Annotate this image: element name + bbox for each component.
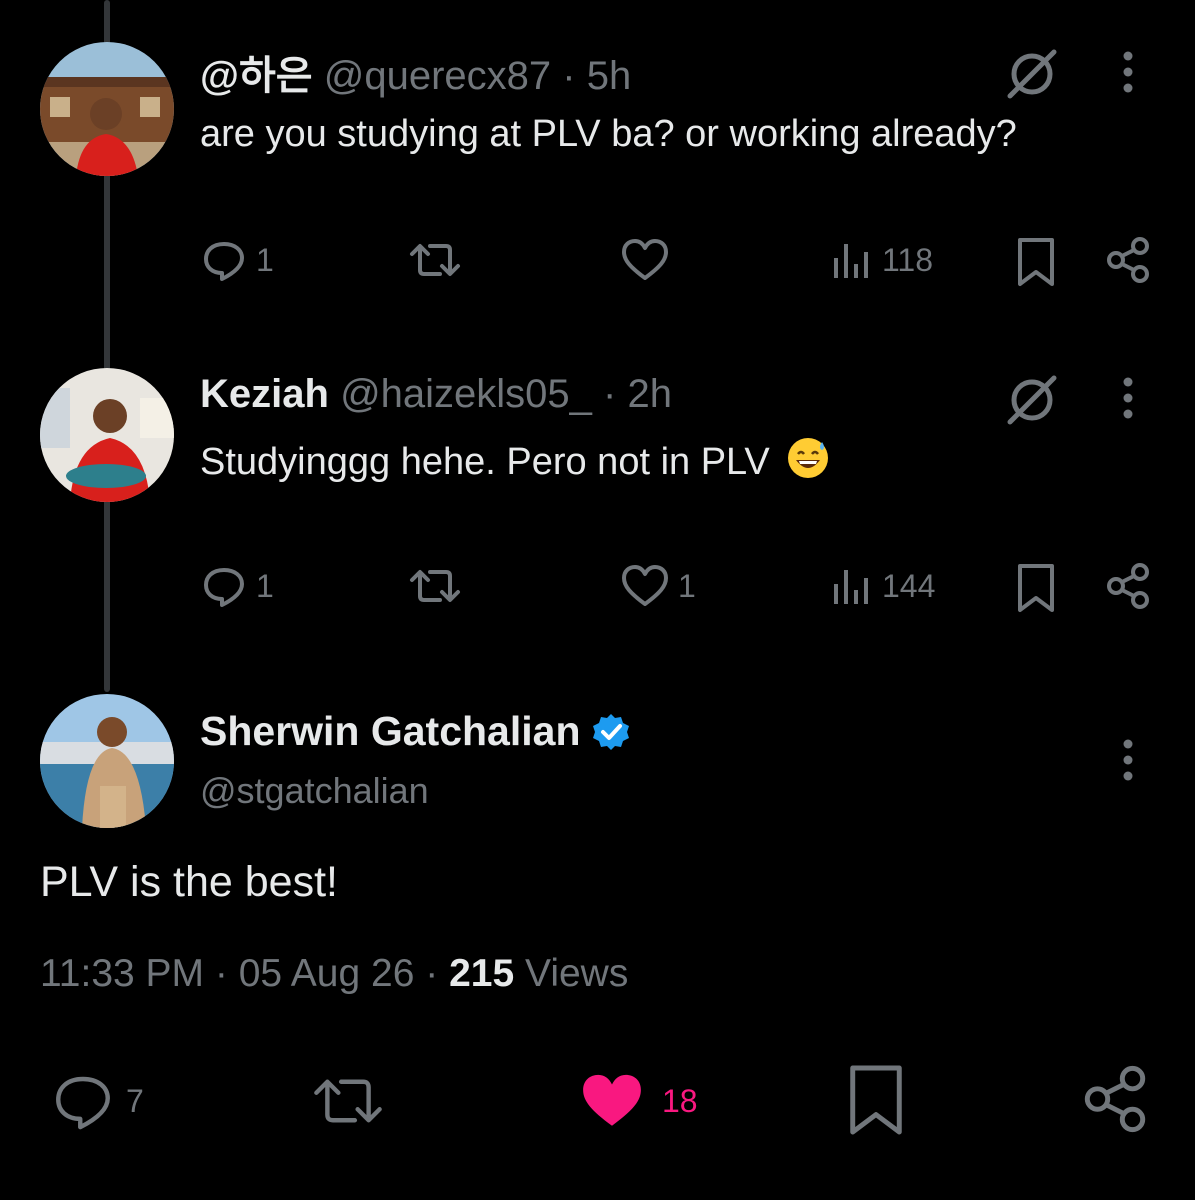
retweet-icon (314, 1079, 382, 1123)
retweet-button[interactable] (408, 562, 462, 610)
like-count: 1 (678, 567, 696, 604)
separator-dot: · (603, 372, 617, 416)
retweet-button[interactable] (408, 236, 462, 284)
post-time[interactable]: 11:33 PM (40, 952, 204, 995)
views-button[interactable]: 118 (830, 236, 933, 284)
more-icon[interactable] (1118, 738, 1138, 787)
tweet-text: Studyinggg hehe. Pero not in PLV (200, 436, 830, 486)
bookmark-icon (1018, 238, 1054, 286)
like-button[interactable] (620, 236, 678, 284)
post-date[interactable]: 05 Aug 26 (239, 952, 415, 995)
retweet-icon (410, 570, 460, 602)
reply-count: 7 (126, 1082, 144, 1119)
sweat-smile-emoji (788, 438, 829, 478)
like-button[interactable]: 18 (576, 1068, 698, 1134)
retweet-icon (410, 244, 460, 276)
tweet-text: are you studying at PLV ba? or working a… (200, 113, 1017, 155)
tweet-actions: 1 118 (200, 236, 1160, 296)
author-handle[interactable]: @haizekls05_ (340, 372, 592, 416)
bookmark-icon (850, 1065, 902, 1135)
tweet-text-content: Studyinggg hehe. Pero not in PLV (200, 441, 770, 483)
views-icon (834, 244, 868, 278)
avatar-image (40, 368, 174, 502)
reply-count: 1 (256, 241, 274, 278)
share-icon (1107, 563, 1149, 609)
more-icon[interactable] (1118, 376, 1138, 425)
views-button[interactable]: 144 (830, 562, 935, 610)
bookmark-button[interactable] (844, 1062, 908, 1138)
avatar-image (40, 42, 174, 176)
reply-button[interactable]: 1 (200, 562, 274, 610)
tweet-header: @하은 @querecx87 · 5h (200, 52, 631, 100)
reply-icon (204, 242, 244, 281)
author-name[interactable]: Sherwin Gatchalian (200, 708, 581, 755)
separator-dot: · (562, 54, 576, 98)
reply-count: 1 (256, 567, 274, 604)
reply-icon (56, 1076, 110, 1130)
avatar[interactable] (40, 694, 174, 828)
share-button[interactable] (1080, 1064, 1150, 1134)
like-count: 18 (662, 1082, 698, 1119)
main-tweet-actions: 7 18 (40, 1062, 1160, 1142)
views-count: 118 (882, 241, 934, 278)
verified-badge-icon[interactable] (591, 712, 631, 752)
share-button[interactable] (1104, 562, 1152, 610)
tweet-actions: 1 1 144 (200, 562, 1160, 622)
timestamp[interactable]: 2h (628, 372, 673, 416)
views-icon (834, 570, 868, 604)
heart-icon (622, 565, 668, 606)
reply-button[interactable]: 7 (48, 1068, 144, 1134)
author-handle[interactable]: @querecx87 (324, 54, 551, 98)
tweet-text: PLV is the best! (40, 858, 338, 906)
author-name[interactable]: Keziah (200, 372, 329, 416)
reply-button[interactable]: 1 (200, 236, 274, 284)
like-button[interactable]: 1 (620, 562, 696, 610)
grok-icon[interactable] (1004, 46, 1060, 107)
tweet-header: Keziah @haizekls05_ · 2h (200, 370, 672, 418)
views-count: 215 (449, 952, 515, 995)
views-count: 144 (882, 567, 936, 604)
bookmark-button[interactable] (1014, 562, 1058, 614)
views-label: Views (525, 952, 629, 995)
bookmark-icon (1018, 564, 1054, 612)
heart-icon (583, 1074, 641, 1126)
avatar-image (40, 694, 174, 828)
reply-icon (204, 568, 244, 607)
grok-icon[interactable] (1004, 372, 1060, 433)
tweet-meta: 11:33 PM · 05 Aug 26 · 215 Views (40, 952, 628, 996)
share-icon (1084, 1065, 1146, 1133)
timestamp[interactable]: 5h (587, 54, 632, 98)
share-button[interactable] (1104, 236, 1152, 284)
author-name[interactable]: @하은 (200, 54, 313, 98)
more-icon[interactable] (1118, 50, 1138, 99)
separator-dot: · (214, 952, 228, 995)
avatar[interactable] (40, 42, 174, 176)
share-icon (1107, 237, 1149, 283)
avatar[interactable] (40, 368, 174, 502)
author-handle[interactable]: @stgatchalian (200, 770, 429, 812)
bookmark-button[interactable] (1014, 236, 1058, 288)
retweet-button[interactable] (308, 1068, 388, 1134)
heart-icon (622, 239, 668, 280)
separator-dot: · (425, 952, 439, 995)
main-author-row: Sherwin Gatchalian (200, 708, 631, 755)
